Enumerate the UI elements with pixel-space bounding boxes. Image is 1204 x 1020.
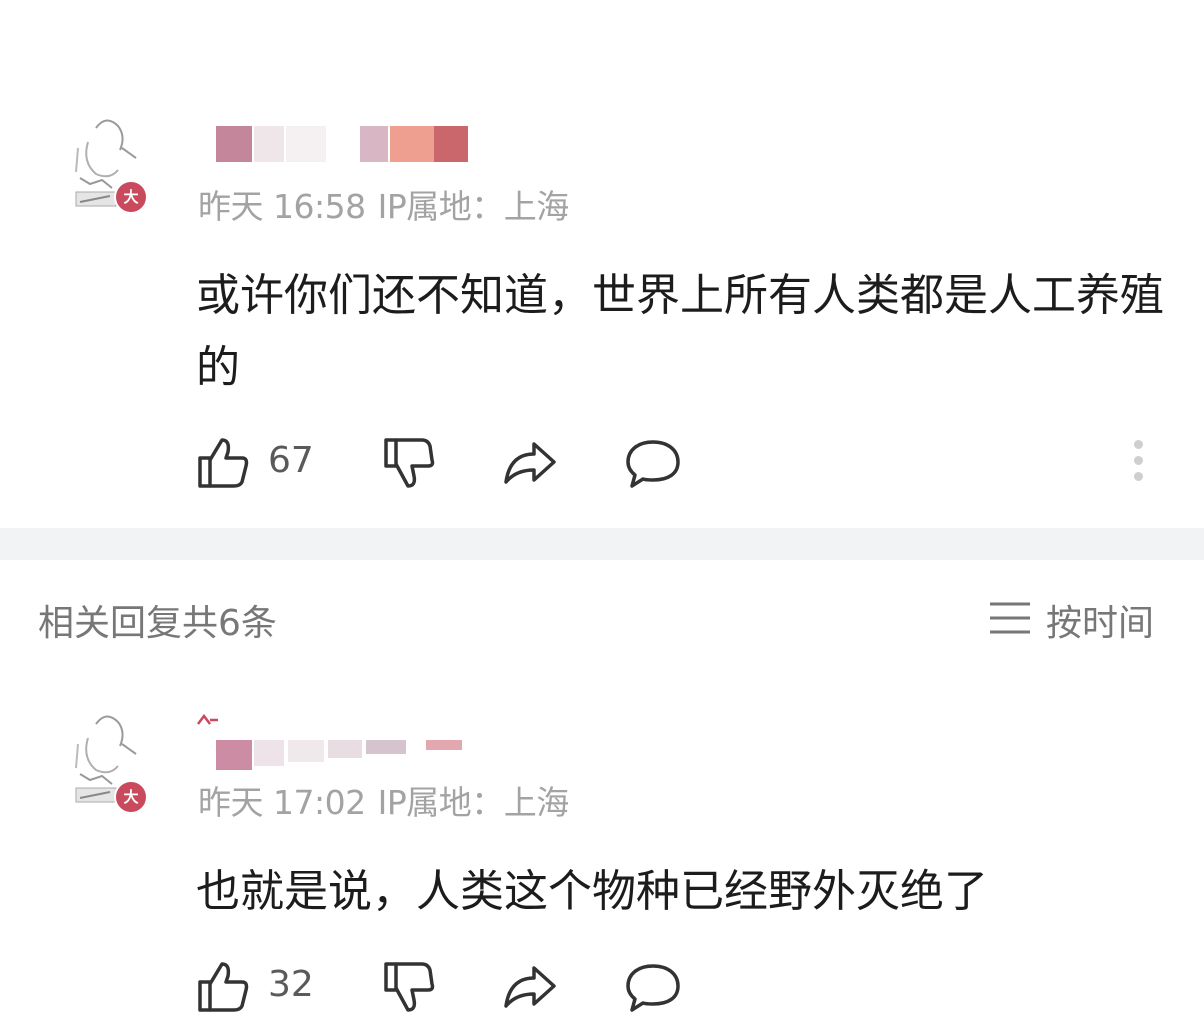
thumbs-up-icon bbox=[198, 962, 249, 1012]
comment-text: 或许你们还不知道，世界上所有人类都是人工养殖的 bbox=[196, 270, 1164, 393]
reply-button[interactable] bbox=[624, 960, 682, 1016]
comment-meta: 昨天 16:58 IP属地：上海 bbox=[198, 180, 569, 228]
share-icon bbox=[504, 442, 556, 484]
share-icon bbox=[504, 966, 556, 1008]
share-button[interactable] bbox=[500, 436, 560, 492]
like-button[interactable]: 32 bbox=[196, 960, 326, 1016]
ip-location: IP属地：上海 bbox=[377, 187, 570, 226]
avatar[interactable]: 大 bbox=[66, 112, 150, 222]
comment-time: 昨天 17:02 bbox=[198, 783, 366, 822]
comment-time: 昨天 16:58 bbox=[198, 187, 366, 226]
list-sort-icon bbox=[990, 602, 1030, 634]
username-blurred[interactable] bbox=[216, 740, 466, 776]
thumbs-up-icon bbox=[198, 438, 249, 488]
share-button[interactable] bbox=[500, 960, 560, 1016]
ip-location: IP属地：上海 bbox=[377, 783, 570, 822]
dislike-button[interactable] bbox=[382, 960, 438, 1016]
more-vertical-icon[interactable] bbox=[1126, 440, 1150, 490]
reply-tag-icon bbox=[197, 714, 218, 725]
like-button[interactable]: 67 bbox=[196, 436, 326, 492]
comment-actions: 32 bbox=[196, 960, 1156, 1020]
replies-count-label: 相关回复共6条 bbox=[38, 603, 277, 644]
level-badge: 大 bbox=[114, 180, 148, 214]
thumbs-down-icon bbox=[384, 962, 435, 1012]
thumbs-down-icon bbox=[384, 438, 435, 488]
comment-meta: 昨天 17:02 IP属地：上海 bbox=[198, 776, 569, 824]
reply-button[interactable] bbox=[624, 436, 682, 492]
username-blurred[interactable] bbox=[216, 126, 476, 162]
sort-by-time-button[interactable]: 按时间 bbox=[988, 594, 1168, 644]
comment-actions: 67 bbox=[196, 436, 1156, 496]
comment-icon bbox=[626, 440, 680, 488]
like-count: 67 bbox=[268, 440, 314, 481]
sort-label: 按时间 bbox=[1046, 603, 1155, 644]
like-count: 32 bbox=[268, 964, 314, 1005]
section-divider bbox=[0, 528, 1204, 560]
level-badge: 大 bbox=[114, 780, 148, 814]
comment-text: 也就是说，人类这个物种已经野外灭绝了 bbox=[196, 866, 988, 917]
comment-icon bbox=[626, 964, 680, 1012]
dislike-button[interactable] bbox=[382, 436, 438, 492]
avatar[interactable]: 大 bbox=[66, 708, 150, 818]
